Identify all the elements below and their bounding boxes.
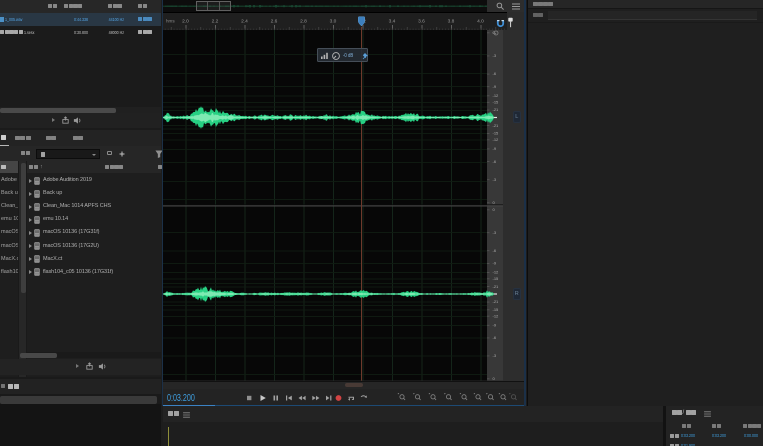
svg-text:3.8: 3.8 <box>448 19 455 25</box>
svg-text:2.8: 2.8 <box>300 19 307 25</box>
svg-text:2.0: 2.0 <box>182 19 189 25</box>
svg-text:4.0: 4.0 <box>477 19 484 25</box>
svg-text:3.4: 3.4 <box>389 19 396 25</box>
svg-text:hms: hms <box>166 19 175 24</box>
svg-text:2.2: 2.2 <box>212 19 219 25</box>
svg-text:2.4: 2.4 <box>241 19 248 25</box>
svg-text:3.0: 3.0 <box>330 19 337 25</box>
svg-text:2.6: 2.6 <box>271 19 278 25</box>
svg-text:3.6: 3.6 <box>418 19 425 25</box>
